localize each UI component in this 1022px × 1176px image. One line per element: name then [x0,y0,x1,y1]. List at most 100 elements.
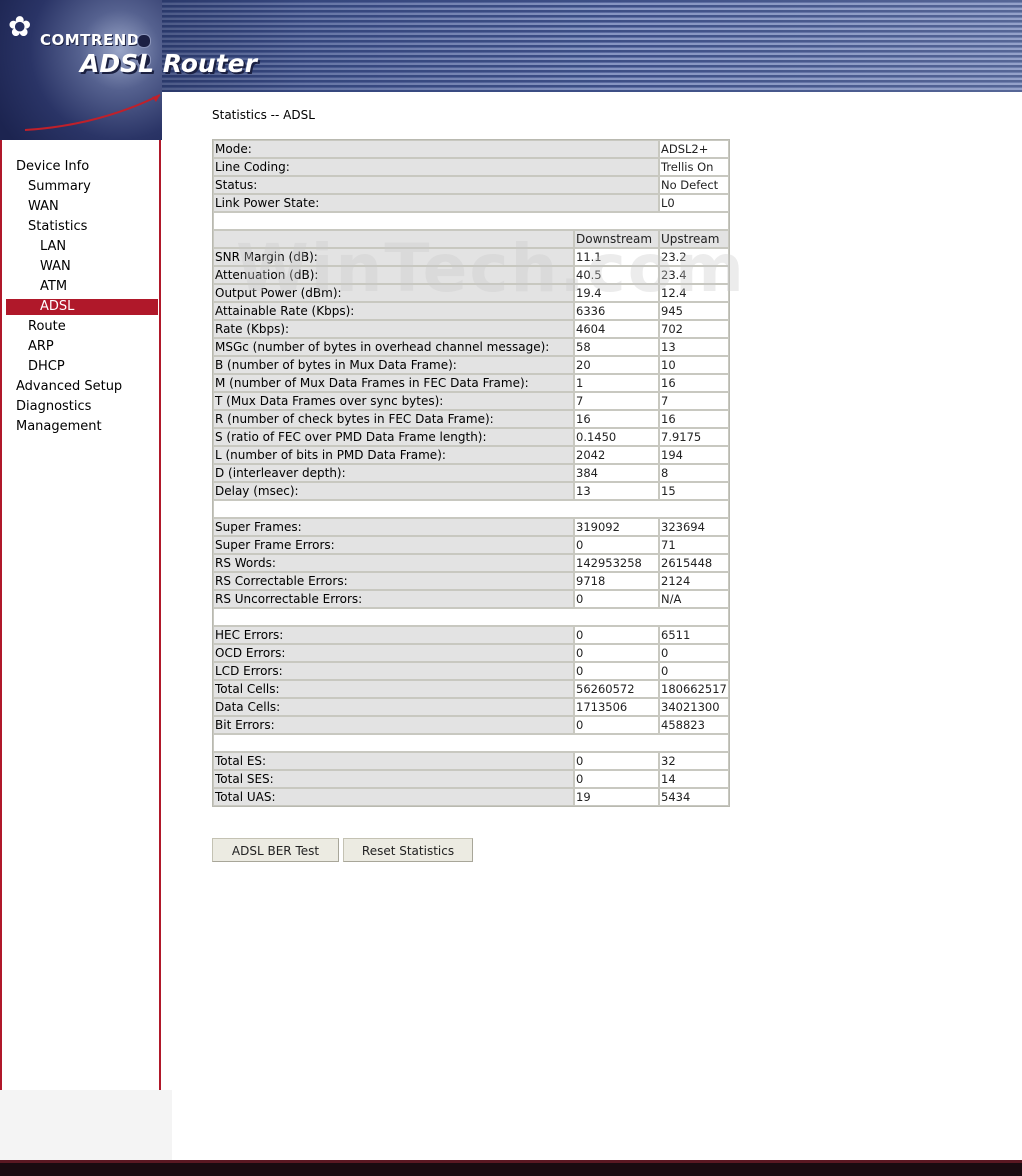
sidebar-item-summary[interactable]: Summary [28,179,91,194]
stat-upstream-value: 71 [659,536,729,554]
table-row: M (number of Mux Data Frames in FEC Data… [213,374,729,392]
stat-label: B (number of bytes in Mux Data Frame): [213,356,574,374]
stat-label: Total UAS: [213,788,574,806]
table-row: RS Correctable Errors: 9718 2124 [213,572,729,590]
table-row: MSGc (number of bytes in overhead channe… [213,338,729,356]
table-row: T (Mux Data Frames over sync bytes): 7 7 [213,392,729,410]
stat-label: R (number of check bytes in FEC Data Fra… [213,410,574,428]
sidebar-item-route[interactable]: Route [28,319,66,334]
sidebar-item-diagnostics[interactable]: Diagnostics [16,399,91,414]
stat-upstream-value: 16 [659,410,729,428]
sidebar-item-stats-lan[interactable]: LAN [40,239,66,254]
stat-label: M (number of Mux Data Frames in FEC Data… [213,374,574,392]
sidebar-item-stats-adsl[interactable]: ADSL [40,299,74,314]
stat-downstream-value: 142953258 [574,554,659,572]
stat-downstream-value: 4604 [574,320,659,338]
stat-downstream-value: 0.1450 [574,428,659,446]
stat-label: Bit Errors: [213,716,574,734]
stat-downstream-value: 2042 [574,446,659,464]
table-row: LCD Errors: 0 0 [213,662,729,680]
line-coding-value: Trellis On [659,158,729,176]
product-name: ADSL Router [80,49,257,78]
table-row: Super Frames: 319092 323694 [213,518,729,536]
mode-label: Mode: [213,140,659,158]
table-row: Link Power State: L0 [213,194,729,212]
spacer-row [213,608,729,626]
stat-upstream-value: 2124 [659,572,729,590]
table-row: Super Frame Errors: 0 71 [213,536,729,554]
sidebar-item-statistics[interactable]: Statistics [28,219,87,234]
stat-label: Delay (msec): [213,482,574,500]
stat-downstream-value: 0 [574,770,659,788]
stat-upstream-value: 32 [659,752,729,770]
stat-label: OCD Errors: [213,644,574,662]
spacer-row [213,500,729,518]
red-swoosh-icon [24,94,161,131]
table-spacer [213,500,729,518]
stat-upstream-value: 10 [659,356,729,374]
table-row: Total SES: 0 14 [213,770,729,788]
stat-upstream-value: 0 [659,662,729,680]
table-row: R (number of check bytes in FEC Data Fra… [213,410,729,428]
stat-upstream-value: 6511 [659,626,729,644]
table-row: Total Cells: 56260572 180662517 [213,680,729,698]
stat-downstream-value: 7 [574,392,659,410]
table-spacer [213,212,729,230]
table-row: RS Uncorrectable Errors: 0 N/A [213,590,729,608]
stat-downstream-value: 13 [574,482,659,500]
stat-upstream-value: 15 [659,482,729,500]
sidebar-item-dhcp[interactable]: DHCP [28,359,65,374]
stat-label: HEC Errors: [213,626,574,644]
sidebar-footer [0,1090,172,1160]
stat-upstream-value: 458823 [659,716,729,734]
stat-downstream-value: 0 [574,716,659,734]
sidebar-item-stats-atm[interactable]: ATM [40,279,67,294]
stat-downstream-value: 384 [574,464,659,482]
table-row: Rate (Kbps): 4604 702 [213,320,729,338]
stat-upstream-value: 702 [659,320,729,338]
stat-label: RS Correctable Errors: [213,572,574,590]
link-power-value: L0 [659,194,729,212]
table-row: D (interleaver depth): 384 8 [213,464,729,482]
stat-upstream-value: 5434 [659,788,729,806]
stat-downstream-value: 0 [574,752,659,770]
link-power-label: Link Power State: [213,194,659,212]
table-row: Mode: ADSL2+ [213,140,729,158]
stat-label: Super Frame Errors: [213,536,574,554]
sidebar-item-management[interactable]: Management [16,419,102,434]
stat-label: Super Frames: [213,518,574,536]
stat-upstream-value: 194 [659,446,729,464]
table-row: Bit Errors: 0 458823 [213,716,729,734]
table-row: Status: No Defect [213,176,729,194]
stat-upstream-value: 323694 [659,518,729,536]
sidebar-item-arp[interactable]: ARP [28,339,54,354]
bottom-bar-highlight [0,1160,1022,1163]
stat-downstream-value: 319092 [574,518,659,536]
table-row: S (ratio of FEC over PMD Data Frame leng… [213,428,729,446]
stat-upstream-value: 2615448 [659,554,729,572]
stat-downstream-value: 1713506 [574,698,659,716]
stat-label: S (ratio of FEC over PMD Data Frame leng… [213,428,574,446]
table-row: B (number of bytes in Mux Data Frame): 20… [213,356,729,374]
table-row: OCD Errors: 0 0 [213,644,729,662]
stat-label: D (interleaver depth): [213,464,574,482]
sidebar-item-stats-wan[interactable]: WAN [40,259,71,274]
table-row: RS Words: 142953258 2615448 [213,554,729,572]
table-row: L (number of bits in PMD Data Frame): 204… [213,446,729,464]
table-spacer [213,608,729,626]
reset-statistics-button[interactable]: Reset Statistics [343,838,473,862]
stat-downstream-value: 0 [574,662,659,680]
adsl-ber-test-button[interactable]: ADSL BER Test [212,838,339,862]
spacer-row [213,212,729,230]
mode-value: ADSL2+ [659,140,729,158]
sidebar-item-device-info[interactable]: Device Info [16,159,89,174]
stat-upstream-value: N/A [659,590,729,608]
stat-label: Total ES: [213,752,574,770]
status-label: Status: [213,176,659,194]
stat-upstream-value: 16 [659,374,729,392]
sidebar-item-wan[interactable]: WAN [28,199,59,214]
table-row: Line Coding: Trellis On [213,158,729,176]
sidebar-item-advanced-setup[interactable]: Advanced Setup [16,379,122,394]
company-logo: COMTREND [40,31,140,49]
stat-upstream-value: 0 [659,644,729,662]
